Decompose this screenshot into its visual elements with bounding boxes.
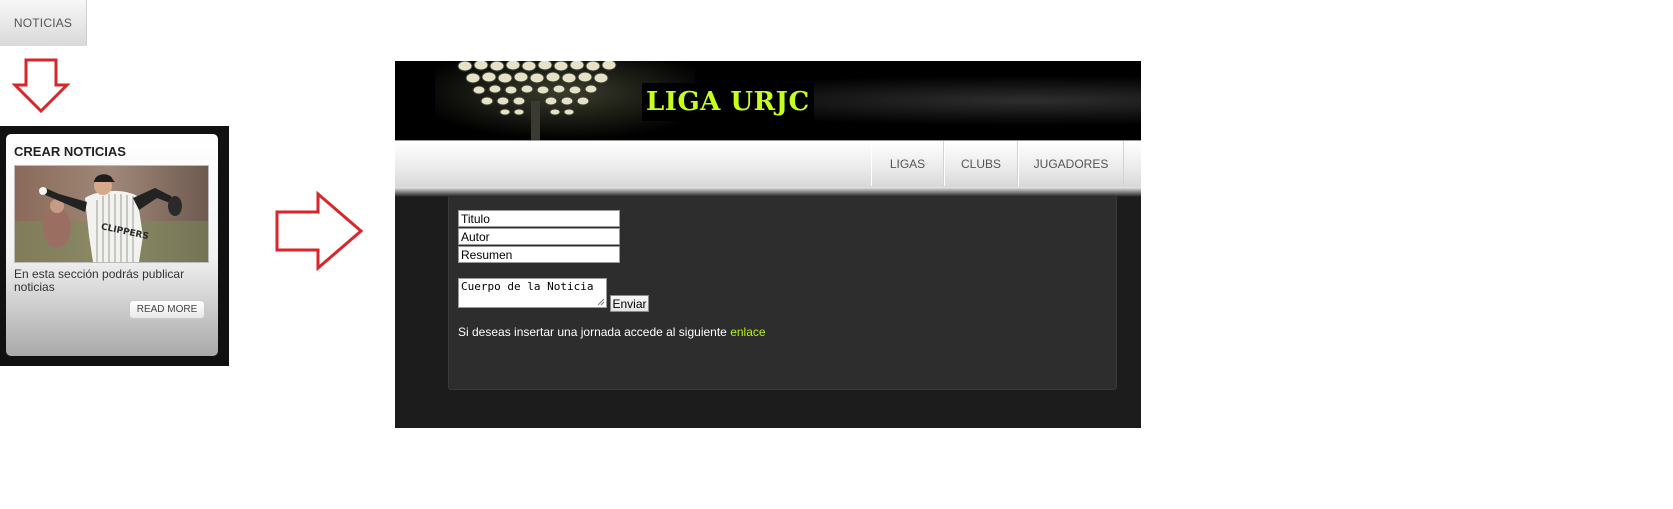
insert-jornada-hint: Si deseas insertar una jornada accede al… (458, 325, 766, 339)
crear-noticias-card: CREAR NOTICIAS CLIPPERS En esta sección … (6, 134, 218, 356)
content-area: Titulo Autor Resumen Cuerpo de la Notici… (395, 187, 1141, 428)
arrow-right-icon (275, 190, 364, 272)
card-title: CREAR NOTICIAS (14, 144, 126, 159)
cuerpo-textarea[interactable]: Cuerpo de la Noticia (458, 278, 607, 308)
autor-input[interactable]: Autor (458, 228, 620, 245)
nav-item-jugadores[interactable]: JUGADORES (1018, 141, 1124, 186)
baseball-pitcher-photo: CLIPPERS (14, 165, 209, 263)
noticias-button[interactable]: NOTICIAS (0, 0, 87, 46)
hint-text: Si deseas insertar una jornada accede al… (458, 325, 727, 339)
main-nav: LIGAS CLUBS JUGADORES (395, 140, 1141, 187)
liga-urjc-site: LIGA URJC LIGAS CLUBS JUGADORES Titulo A… (395, 61, 1141, 428)
enviar-button[interactable]: Enviar (610, 295, 649, 312)
crear-noticias-module: CREAR NOTICIAS CLIPPERS En esta sección … (0, 126, 229, 366)
arrow-down-icon (11, 58, 71, 114)
nav-item-clubs[interactable]: CLUBS (944, 141, 1018, 186)
noticias-label: NOTICIAS (13, 16, 73, 30)
resumen-input[interactable]: Resumen (458, 246, 620, 263)
cuerpo-text: Cuerpo de la Noticia (461, 280, 594, 293)
resize-handle-icon[interactable] (597, 298, 605, 306)
site-title: LIGA URJC (642, 83, 814, 121)
enlace-link[interactable]: enlace (730, 325, 765, 339)
titulo-input[interactable]: Titulo (458, 210, 620, 227)
card-description: En esta sección podrás publicar noticias (14, 267, 185, 294)
read-more-button[interactable]: READ MORE (129, 300, 205, 319)
site-banner: LIGA URJC (395, 61, 1141, 140)
nav-item-ligas[interactable]: LIGAS (871, 141, 944, 186)
news-form-panel: Titulo Autor Resumen Cuerpo de la Notici… (448, 195, 1117, 390)
